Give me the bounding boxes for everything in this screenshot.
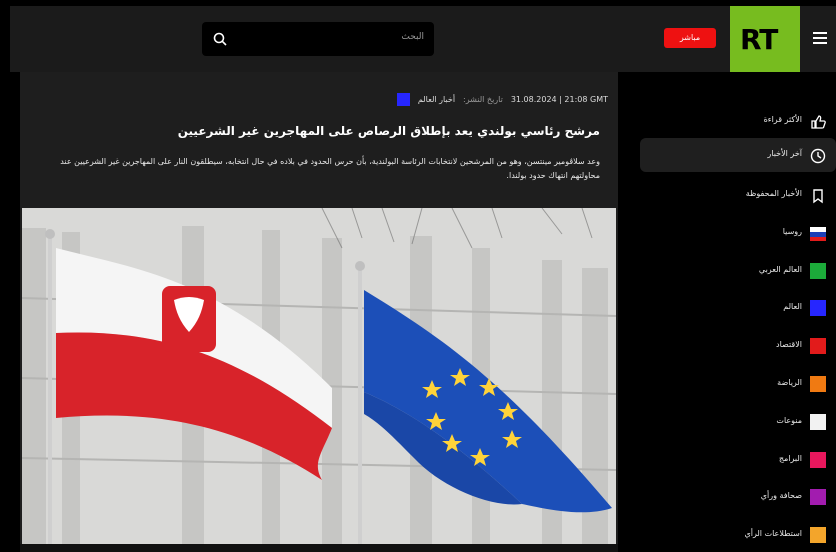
article-meta: أخبار العالم تاريخ النشر: 31.08.2024 | 2…	[396, 92, 608, 106]
date-value: 31.08.2024 | 21:08 GMT	[510, 94, 608, 104]
article-panel: أخبار العالم تاريخ النشر: 31.08.2024 | 2…	[20, 72, 618, 552]
sidebar-item-arab-world[interactable]: العالم العربي	[640, 254, 836, 288]
sidebar-item-label: روسيا	[782, 227, 802, 236]
category-square-icon	[810, 452, 826, 468]
date-label: تاريخ النشر:	[463, 94, 503, 104]
sidebar-item-most-read[interactable]: الأكثر قراءة	[640, 104, 836, 138]
category-square-icon	[810, 338, 826, 354]
sidebar-item-label: العالم	[783, 302, 802, 311]
russia-flag-icon	[810, 227, 826, 241]
sidebar-item-label: الأخبار المحفوظة	[745, 189, 802, 198]
bookmark-icon	[813, 189, 823, 204]
category-square-icon	[810, 527, 826, 543]
category-square-icon	[810, 489, 826, 505]
sidebar-item-label: البرامج	[778, 454, 802, 463]
category-square-icon	[810, 300, 826, 316]
logo-text: RT	[740, 23, 778, 56]
sidebar-item-label: العالم العربي	[758, 265, 802, 274]
search-icon[interactable]	[212, 31, 228, 47]
sidebar-item-press-opinion[interactable]: صحافة ورأي	[640, 480, 836, 514]
rt-logo[interactable]: RT	[730, 6, 800, 72]
sidebar-item-label: استطلاعات الرأي	[744, 529, 802, 538]
sidebar-item-label: منوعات	[776, 416, 802, 425]
category-square-icon	[810, 414, 826, 430]
sidebar-item-label: صحافة ورأي	[760, 491, 802, 500]
category-link[interactable]: أخبار العالم	[418, 95, 455, 104]
thumbs-up-icon	[811, 115, 826, 129]
sidebar-item-label: الرياضة	[777, 378, 802, 387]
sidebar: الأكثر قراءة آخر الأخبار الأخبار المحفوظ…	[628, 72, 836, 552]
article-lead: وعد سلاڤومير مينتسن، وهو من المرشحين لان…	[60, 157, 600, 180]
hamburger-menu-icon[interactable]	[812, 31, 828, 45]
search-box[interactable]: البحث	[202, 22, 434, 56]
photo-caption-bar	[20, 544, 618, 552]
sidebar-item-misc[interactable]: منوعات	[640, 405, 836, 439]
sidebar-item-label: آخر الأخبار	[767, 149, 802, 158]
sidebar-item-polls[interactable]: استطلاعات الرأي	[640, 518, 836, 552]
sidebar-item-label: الاقتصاد	[776, 340, 802, 349]
sidebar-item-saved-news[interactable]: الأخبار المحفوظة	[640, 178, 836, 212]
article-photo	[22, 208, 616, 544]
sidebar-item-russia[interactable]: روسيا	[640, 216, 836, 250]
sidebar-item-economy[interactable]: الاقتصاد	[640, 329, 836, 363]
top-bar: البحث مباشر RT	[0, 0, 836, 72]
live-button[interactable]: مباشر	[664, 28, 716, 48]
sidebar-item-latest-news[interactable]: آخر الأخبار	[640, 138, 836, 172]
sidebar-item-sports[interactable]: الرياضة	[640, 367, 836, 401]
sidebar-item-label: الأكثر قراءة	[763, 115, 802, 124]
category-color-square	[396, 92, 410, 106]
sidebar-item-world[interactable]: العالم	[640, 291, 836, 325]
clock-icon	[810, 148, 826, 164]
article-headline: مرشح رئاسي بولندي يعد بإطلاق الرصاص على …	[177, 124, 600, 138]
search-placeholder: البحث	[401, 32, 424, 42]
category-square-icon	[810, 263, 826, 279]
sidebar-item-programs[interactable]: البرامج	[640, 443, 836, 477]
category-square-icon	[810, 376, 826, 392]
